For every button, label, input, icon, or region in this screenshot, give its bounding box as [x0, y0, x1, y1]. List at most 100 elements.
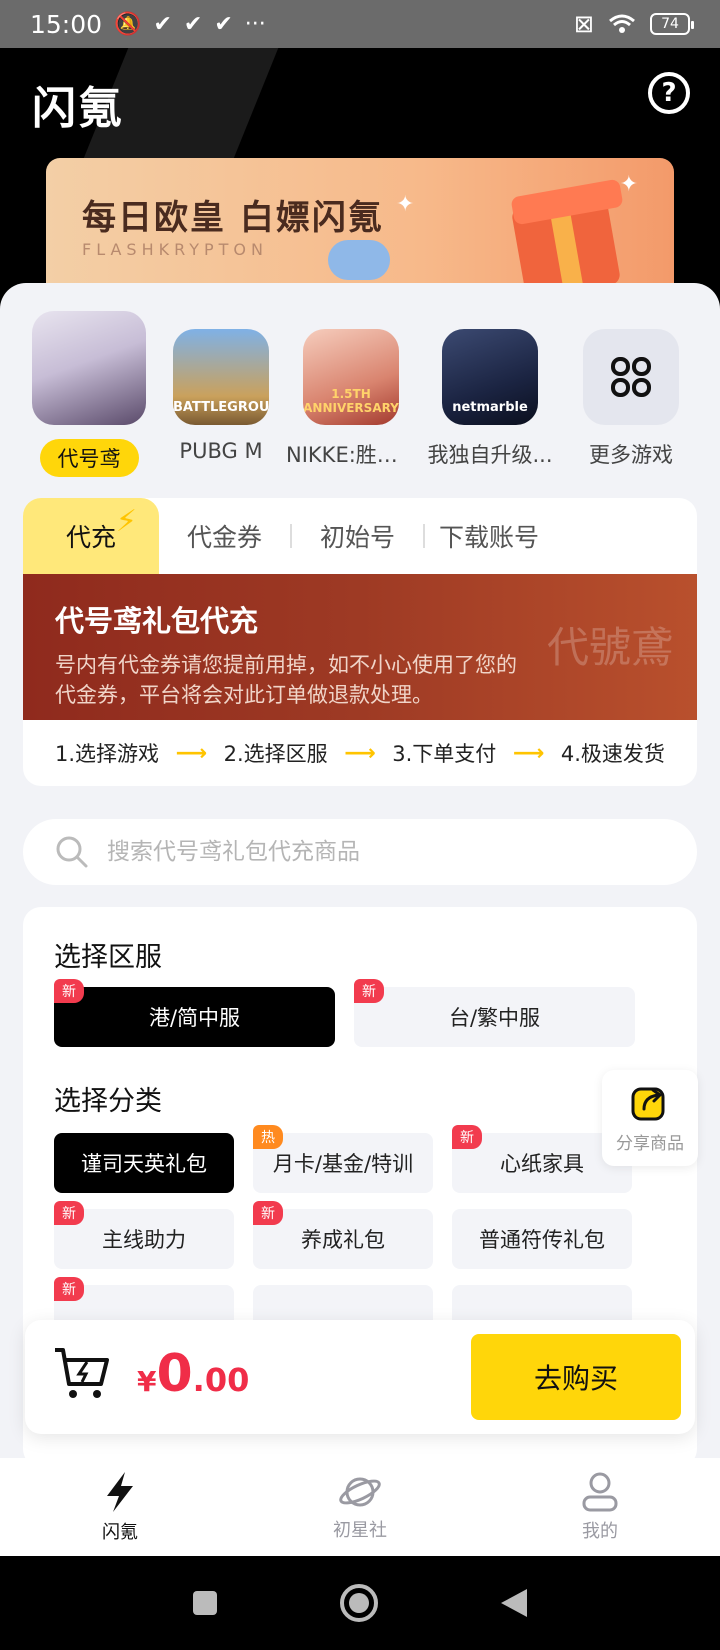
mute-icon: 🔕 — [114, 11, 142, 37]
category-option[interactable]: 新 养成礼包 — [253, 1201, 433, 1269]
arrow-icon: ⟶ — [344, 740, 376, 766]
tab-label: 闪氪 — [102, 1522, 138, 1543]
promo-card: 代号鸢礼包代充 号内有代金券请您提前用掉，如不小心使用了您的代金券，平台将会对此… — [23, 574, 697, 720]
icon-text: BATTLEGROUNDS — [173, 400, 269, 415]
tab-download-account[interactable]: 下载账号 — [425, 498, 567, 574]
arrow-icon: ⟶ — [512, 740, 545, 766]
status-bar: 15:00 🔕 ✔ ✔ ✔ ··· ⊠ 74 — [0, 0, 720, 48]
server-section-title: 选择区服 — [54, 942, 162, 973]
planet-icon — [339, 1477, 381, 1507]
more-dots-icon: ··· — [244, 11, 266, 37]
user-icon — [582, 1472, 618, 1512]
home-icon[interactable] — [339, 1583, 379, 1623]
app-logo: 闪氪 — [32, 83, 124, 134]
new-badge: 新 — [54, 1277, 84, 1301]
tab-label: 我的 — [582, 1521, 618, 1542]
cart-icon[interactable] — [53, 1346, 111, 1402]
price-integer: 0 — [156, 1344, 193, 1404]
grid-icon — [583, 329, 679, 425]
main-sheet: 代号鸢 BATTLEGROUNDS PUBG M 1.5TH ANNIVERSA… — [0, 283, 720, 1458]
hot-badge: 热 — [253, 1125, 283, 1149]
new-badge: 新 — [54, 1201, 84, 1225]
order-steps: 1.选择游戏 ⟶ 2.选择区服 ⟶ 3.下单支付 ⟶ 4.极速发货 — [23, 720, 697, 786]
category-section-title: 选择分类 — [54, 1086, 162, 1117]
check-icon: ✔ — [214, 11, 233, 37]
game-icon: BATTLEGROUNDS — [173, 329, 269, 425]
option-label: 养成礼包 — [301, 1228, 385, 1252]
currency-symbol: ¥ — [137, 1365, 157, 1398]
tab-voucher[interactable]: 代金券 — [159, 498, 290, 574]
step: 2.选择区服 — [223, 742, 328, 766]
more-games[interactable]: 更多游戏 — [566, 311, 696, 469]
category-option[interactable]: 普通符传礼包 — [452, 1209, 632, 1269]
tab-initial-account[interactable]: 初始号 — [292, 498, 423, 574]
tab-community[interactable]: 初星社 — [240, 1458, 480, 1556]
new-badge: 新 — [452, 1125, 482, 1149]
search-bar[interactable] — [23, 819, 697, 885]
option-label: 台/繁中服 — [448, 1006, 541, 1030]
share-product-button[interactable]: 分享商品 — [602, 1070, 698, 1166]
game-name: PUBG M — [179, 439, 263, 463]
sparkle-icon: ✦ — [619, 172, 638, 197]
help-button[interactable]: ? — [648, 72, 690, 114]
recents-icon[interactable] — [191, 1589, 219, 1617]
icon-text: netmarble — [452, 400, 528, 415]
check-icon: ✔ — [183, 11, 203, 37]
arrow-icon: ⟶ — [175, 740, 208, 766]
option-label: 月卡/基金/特训 — [272, 1152, 414, 1176]
back-icon[interactable] — [499, 1587, 529, 1619]
category-option[interactable]: 新 主线助力 — [54, 1201, 234, 1269]
tab-bar: 代充 ⚡ 代金券 初始号 下载账号 — [23, 498, 697, 574]
total-price: ¥0.00 — [137, 1344, 249, 1404]
game-name: 更多游戏 — [589, 443, 673, 467]
share-label: 分享商品 — [616, 1133, 684, 1154]
notification-icons: 🔕 ✔ ✔ ✔ ··· — [114, 12, 266, 37]
promo-desc: 号内有代金券请您提前用掉，如不小心使用了您的代金券，平台将会对此订单做退款处理。 — [55, 653, 517, 707]
system-nav-bar — [0, 1556, 720, 1650]
bolt-icon — [107, 1472, 133, 1512]
wifi-icon — [609, 14, 635, 33]
tab-label: 初星社 — [333, 1520, 387, 1541]
status-time: 15:00 — [30, 9, 103, 39]
search-input[interactable] — [107, 839, 627, 865]
share-icon — [631, 1087, 665, 1120]
option-label: 普通符传礼包 — [479, 1228, 605, 1252]
buy-button[interactable]: 去购买 — [471, 1334, 681, 1420]
bottom-tab-bar: 闪氪 初星社 我的 — [0, 1458, 720, 1556]
battery-icon: 74 — [650, 13, 694, 35]
category-option[interactable]: 谨司天英礼包 — [54, 1133, 234, 1193]
sim-icon: ⊠ — [573, 10, 594, 38]
cart-bar: ¥0.00 去购买 — [25, 1320, 695, 1434]
server-option[interactable]: 新 港/简中服 — [54, 979, 335, 1047]
new-badge: 新 — [253, 1201, 283, 1225]
step: 1.选择游戏 — [55, 742, 160, 766]
step: 3.下单支付 — [392, 742, 497, 766]
sparkle-icon: ✦ — [396, 192, 415, 217]
game-item[interactable]: 代号鸢 — [24, 311, 154, 481]
tab-recharge[interactable]: 代充 ⚡ — [23, 498, 159, 574]
game-name: 代号鸢 — [39, 439, 139, 477]
game-icon — [32, 311, 146, 425]
promo-banner[interactable]: 每日欧皇 白嫖闪氪 FLASHKRYPTON ✦ ✦ — [46, 158, 674, 288]
tab-home[interactable]: 闪氪 — [0, 1458, 240, 1556]
option-label: 谨司天英礼包 — [81, 1152, 207, 1176]
game-item[interactable]: netmarble 我独自升级... — [425, 311, 555, 469]
category-option[interactable]: 热 月卡/基金/特训 — [253, 1125, 433, 1193]
banner-subtitle: FLASHKRYPTON — [82, 240, 268, 259]
tab-profile[interactable]: 我的 — [480, 1458, 720, 1556]
app-header: 闪氪 ? 每日欧皇 白嫖闪氪 FLASHKRYPTON ✦ ✦ — [0, 48, 720, 288]
option-label: 港/简中服 — [148, 1006, 241, 1030]
option-label: 心纸家具 — [500, 1152, 584, 1176]
game-item[interactable]: 1.5TH ANNIVERSARY NIKKE:胜利... — [286, 311, 416, 469]
game-name: 我独自升级... — [427, 443, 553, 467]
game-item[interactable]: BATTLEGROUNDS PUBG M — [156, 311, 286, 463]
icon-text: 1.5TH ANNIVERSARY — [303, 387, 399, 415]
bolt-icon: ⚡ — [115, 504, 137, 539]
option-label: 主线助力 — [102, 1228, 186, 1252]
search-icon — [56, 836, 88, 868]
server-option[interactable]: 新 台/繁中服 — [354, 979, 635, 1047]
new-badge: 新 — [354, 979, 384, 1003]
game-icon: netmarble — [442, 329, 538, 425]
game-icon: 1.5TH ANNIVERSARY — [303, 329, 399, 425]
gamepad-icon — [328, 240, 390, 280]
